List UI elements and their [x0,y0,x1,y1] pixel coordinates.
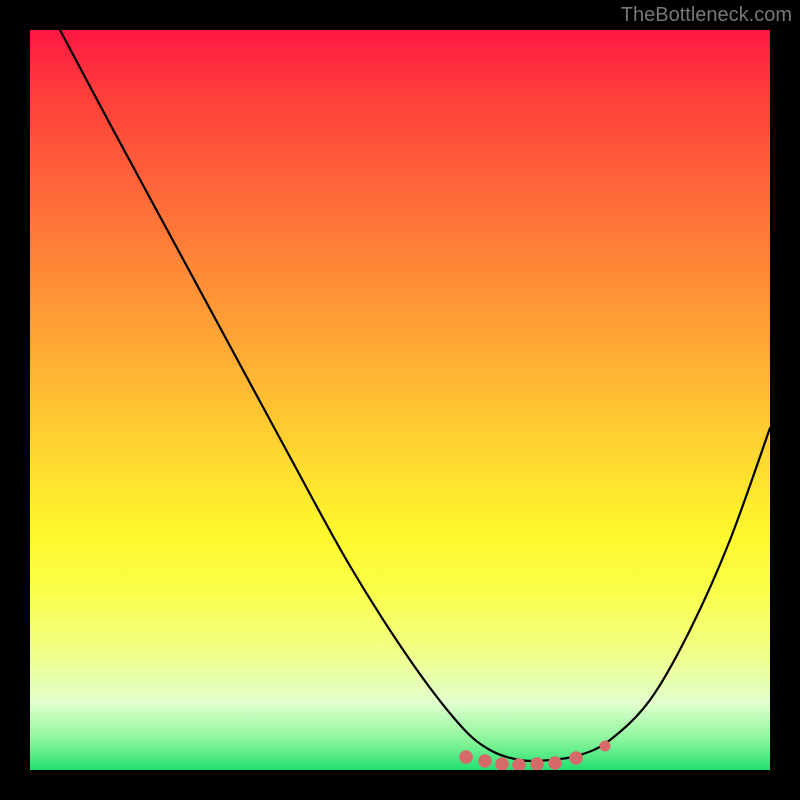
marker-dot [548,756,562,770]
marker-dot [459,750,473,764]
marker-dot [478,754,492,768]
chart-svg [30,30,770,770]
marker-dot [569,751,583,765]
attribution-text: TheBottleneck.com [621,4,792,27]
marker-dot [495,757,509,770]
marker-dot [530,757,544,770]
bottleneck-curve [60,30,770,761]
chart-area [30,30,770,770]
marker-dot [600,741,611,752]
